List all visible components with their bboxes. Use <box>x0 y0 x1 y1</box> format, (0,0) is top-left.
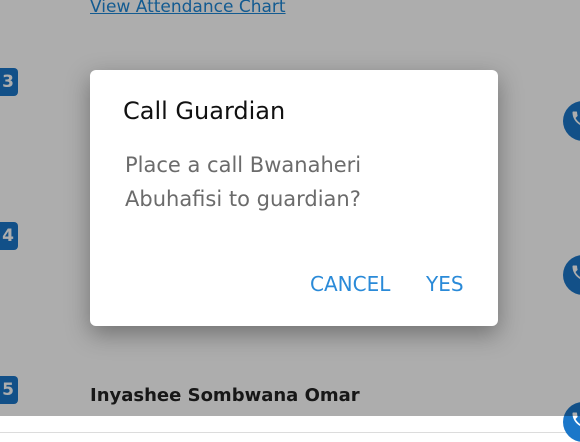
cancel-button[interactable]: CANCEL <box>310 272 390 296</box>
yes-button[interactable]: YES <box>426 272 464 296</box>
call-guardian-dialog: Call Guardian Place a call Bwanaheri Abu… <box>90 70 498 326</box>
dialog-title: Call Guardian <box>123 97 286 125</box>
dialog-message: Place a call Bwanaheri Abuhafisi to guar… <box>125 153 362 211</box>
